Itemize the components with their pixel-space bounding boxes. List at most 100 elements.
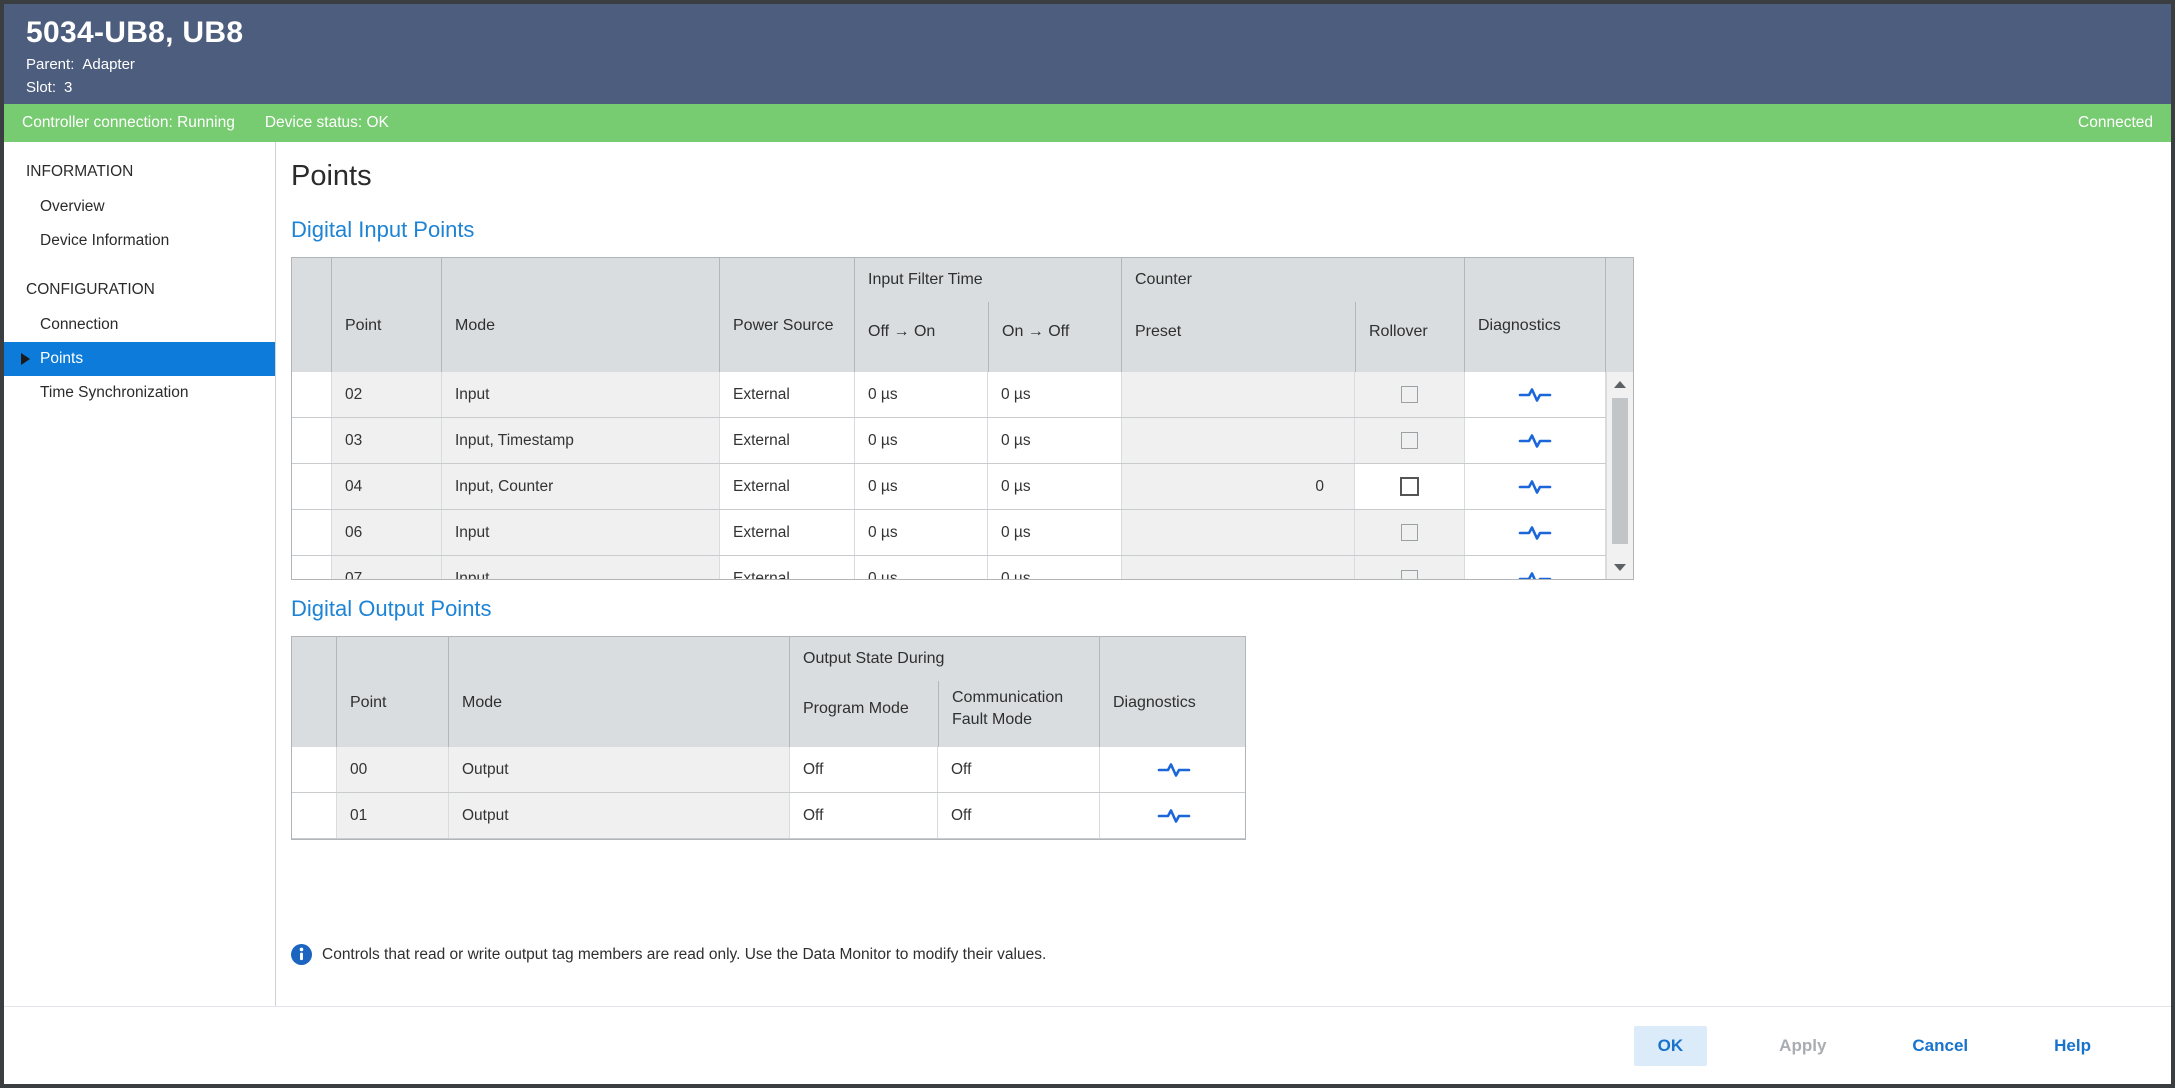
diagnostics-cell[interactable] (1465, 372, 1606, 417)
row-selector[interactable] (292, 510, 332, 555)
input-row-03: 03 Input, Timestamp External 0 µs 0 µs (292, 418, 1633, 464)
diagnostics-pulse-icon (1157, 761, 1191, 779)
input-row-07: 07 Input External 0 µs 0 µs (292, 556, 1633, 579)
apply-button[interactable]: Apply (1765, 1026, 1840, 1066)
cancel-button[interactable]: Cancel (1898, 1026, 1982, 1066)
filter-off-on-cell[interactable]: 0 µs (855, 464, 988, 509)
power-source-cell[interactable]: External (720, 556, 855, 579)
preset-cell (1122, 510, 1355, 555)
input-header-group-counter: Counter Preset Rollover (1122, 258, 1465, 372)
rollover-cell (1355, 556, 1465, 579)
rollover-checkbox[interactable] (1400, 477, 1419, 496)
row-selector[interactable] (292, 747, 337, 792)
output-header-point: Point (337, 637, 449, 747)
diagnostics-cell[interactable] (1100, 793, 1246, 838)
output-header-mode: Mode (449, 637, 790, 747)
input-header-row-selector (292, 258, 332, 372)
input-table-scrollbar[interactable] (1606, 372, 1633, 579)
sidebar-item-time-synchronization[interactable]: Time Synchronization (4, 376, 275, 410)
diagnostics-cell[interactable] (1465, 464, 1606, 509)
filter-on-off-cell[interactable]: 0 µs (988, 418, 1122, 463)
power-source-cell[interactable]: External (720, 464, 855, 509)
input-header-scrollbar-spacer (1606, 258, 1633, 372)
row-selector[interactable] (292, 793, 337, 838)
rollover-cell (1355, 418, 1465, 463)
diagnostics-pulse-icon (1518, 432, 1552, 450)
info-icon (291, 944, 312, 965)
sidebar-item-points[interactable]: Points (4, 342, 275, 376)
output-header-diagnostics: Diagnostics (1100, 637, 1246, 747)
diagnostics-pulse-icon (1518, 570, 1552, 580)
footer-button-bar: OK Apply Cancel Help (4, 1006, 2171, 1084)
comm-fault-mode-cell[interactable]: Off (938, 747, 1100, 792)
mode-cell: Output (449, 793, 790, 838)
preset-cell (1122, 418, 1355, 463)
sidebar-item-connection[interactable]: Connection (4, 308, 275, 342)
filter-on-off-cell[interactable]: 0 µs (988, 372, 1122, 417)
input-header-point: Point (332, 258, 442, 372)
ok-button[interactable]: OK (1634, 1026, 1708, 1066)
scroll-down-button[interactable] (1607, 557, 1633, 577)
connection-status-bar: Controller connection: Running Device st… (4, 104, 2171, 142)
point-cell: 02 (332, 372, 442, 417)
row-selector[interactable] (292, 372, 332, 417)
row-selector[interactable] (292, 464, 332, 509)
mode-cell: Input, Counter (442, 464, 720, 509)
sidebar-item-overview[interactable]: Overview (4, 190, 275, 224)
diagnostics-pulse-icon (1518, 524, 1552, 542)
scrollbar-thumb[interactable] (1612, 398, 1628, 544)
power-source-cell[interactable]: External (720, 510, 855, 555)
rollover-checkbox (1401, 386, 1418, 403)
filter-on-off-cell[interactable]: 0 µs (988, 464, 1122, 509)
point-cell: 04 (332, 464, 442, 509)
program-mode-cell[interactable]: Off (790, 793, 938, 838)
digital-output-points-table: Point Mode Output State During Program M… (291, 636, 1246, 840)
input-row-02: 02 Input External 0 µs 0 µs (292, 372, 1633, 418)
slot-label: Slot: (26, 79, 56, 96)
filter-on-off-cell[interactable]: 0 µs (988, 510, 1122, 555)
filter-off-on-cell[interactable]: 0 µs (855, 556, 988, 579)
input-row-06: 06 Input External 0 µs 0 µs (292, 510, 1633, 556)
input-table-body: 02 Input External 0 µs 0 µs 03 (292, 372, 1633, 579)
power-source-cell[interactable]: External (720, 418, 855, 463)
row-selector[interactable] (292, 556, 332, 579)
input-header-diagnostics: Diagnostics (1465, 258, 1606, 372)
output-row-01: 01 Output Off Off (292, 793, 1245, 839)
rollover-checkbox (1401, 570, 1418, 579)
diagnostics-pulse-icon (1157, 807, 1191, 825)
main-content: Points Digital Input Points Point Mode P… (276, 142, 2171, 1006)
row-selector[interactable] (292, 418, 332, 463)
diagnostics-cell[interactable] (1465, 510, 1606, 555)
selected-item-arrow-icon (21, 353, 30, 365)
filter-off-on-cell[interactable]: 0 µs (855, 372, 988, 417)
power-source-cell[interactable]: External (720, 372, 855, 417)
diagnostics-cell[interactable] (1100, 747, 1246, 792)
comm-fault-mode-cell[interactable]: Off (938, 793, 1100, 838)
sidebar-item-device-information[interactable]: Device Information (4, 224, 275, 258)
preset-cell[interactable]: 0 (1122, 464, 1355, 509)
digital-input-points-heading: Digital Input Points (291, 217, 2171, 243)
output-header-comm-fault-mode: Communication Fault Mode (938, 681, 1100, 747)
info-note: Controls that read or write output tag m… (291, 944, 2171, 965)
program-mode-cell[interactable]: Off (790, 747, 938, 792)
point-cell: 06 (332, 510, 442, 555)
filter-off-on-cell[interactable]: 0 µs (855, 418, 988, 463)
mode-cell: Input (442, 556, 720, 579)
diagnostics-cell[interactable] (1465, 418, 1606, 463)
rollover-cell (1355, 510, 1465, 555)
filter-on-off-cell[interactable]: 0 µs (988, 556, 1122, 579)
scroll-up-button[interactable] (1607, 374, 1633, 394)
input-header-off-on: Off → On (855, 302, 988, 372)
device-configuration-window: 5034-UB8, UB8 Parent:Adapter Slot:3 Cont… (0, 0, 2175, 1088)
rollover-checkbox (1401, 432, 1418, 449)
scroll-down-arrow-icon (1614, 564, 1626, 571)
connected-badge: Connected (2078, 114, 2153, 132)
diagnostics-cell[interactable] (1465, 556, 1606, 579)
mode-cell: Input (442, 510, 720, 555)
output-header-row-selector (292, 637, 337, 747)
point-cell: 03 (332, 418, 442, 463)
input-header-rollover: Rollover (1355, 302, 1465, 372)
help-button[interactable]: Help (2040, 1026, 2105, 1066)
filter-off-on-cell[interactable]: 0 µs (855, 510, 988, 555)
device-header: 5034-UB8, UB8 Parent:Adapter Slot:3 (4, 4, 2171, 104)
